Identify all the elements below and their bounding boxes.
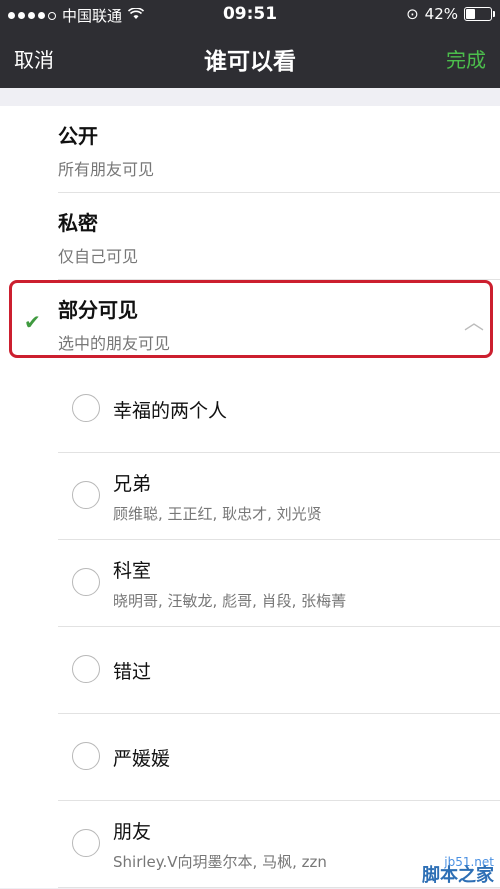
group-name: 兄弟 — [113, 473, 152, 495]
group-item[interactable]: 兄弟 顾维聪, 王正红, 耿忠才, 刘光贤 — [58, 453, 500, 540]
navigation-bar: 取消 谁可以看 完成 — [0, 28, 500, 88]
group-item[interactable]: 错过 — [58, 627, 500, 714]
friend-group-list: 幸福的两个人 兄弟 顾维聪, 王正红, 耿忠才, 刘光贤 科室 晓明哥, 汪敏龙… — [0, 366, 500, 888]
option-subtitle: 仅自己可见 — [58, 247, 139, 266]
group-name: 严媛媛 — [113, 748, 171, 770]
status-bar: 中国联通 09:51 ⊙ 42% — [0, 0, 500, 28]
radio-button[interactable] — [72, 481, 100, 509]
radio-button[interactable] — [72, 568, 100, 596]
battery-percent: 42% — [424, 5, 458, 23]
watermark: jb51.net 脚本之家 — [396, 855, 494, 886]
group-name: 科室 — [113, 560, 152, 582]
group-item[interactable]: 幸福的两个人 — [58, 366, 500, 453]
group-members: 晓明哥, 汪敏龙, 彪哥, 肖段, 张梅菁 — [113, 592, 347, 610]
option-public[interactable]: 公开 所有朋友可见 — [58, 106, 500, 193]
battery-icon — [464, 7, 495, 21]
radio-button[interactable] — [72, 655, 100, 683]
radio-button[interactable] — [72, 829, 100, 857]
watermark-name: 脚本之家 — [422, 865, 494, 886]
radio-button[interactable] — [72, 742, 100, 770]
group-name: 幸福的两个人 — [113, 400, 228, 422]
page-title: 谁可以看 — [204, 49, 296, 75]
option-title: 公开 — [58, 124, 98, 148]
option-title: 私密 — [58, 211, 98, 235]
rotation-lock-icon: ⊙ — [406, 5, 419, 23]
group-item[interactable]: 科室 晓明哥, 汪敏龙, 彪哥, 肖段, 张梅菁 — [58, 540, 500, 627]
highlight-box — [9, 280, 493, 358]
group-name: 错过 — [113, 661, 152, 683]
group-name: 朋友 — [113, 821, 152, 843]
group-item[interactable]: 严媛媛 — [58, 714, 500, 801]
done-button[interactable]: 完成 — [446, 44, 486, 73]
group-members: 顾维聪, 王正红, 耿忠才, 刘光贤 — [113, 505, 322, 523]
battery-info: ⊙ 42% — [406, 5, 495, 23]
option-private[interactable]: 私密 仅自己可见 — [58, 193, 500, 280]
option-subtitle: 所有朋友可见 — [58, 160, 155, 179]
group-members: Shirley.V向玥墨尔本, 马枫, zzn — [113, 853, 327, 871]
radio-button[interactable] — [72, 394, 100, 422]
